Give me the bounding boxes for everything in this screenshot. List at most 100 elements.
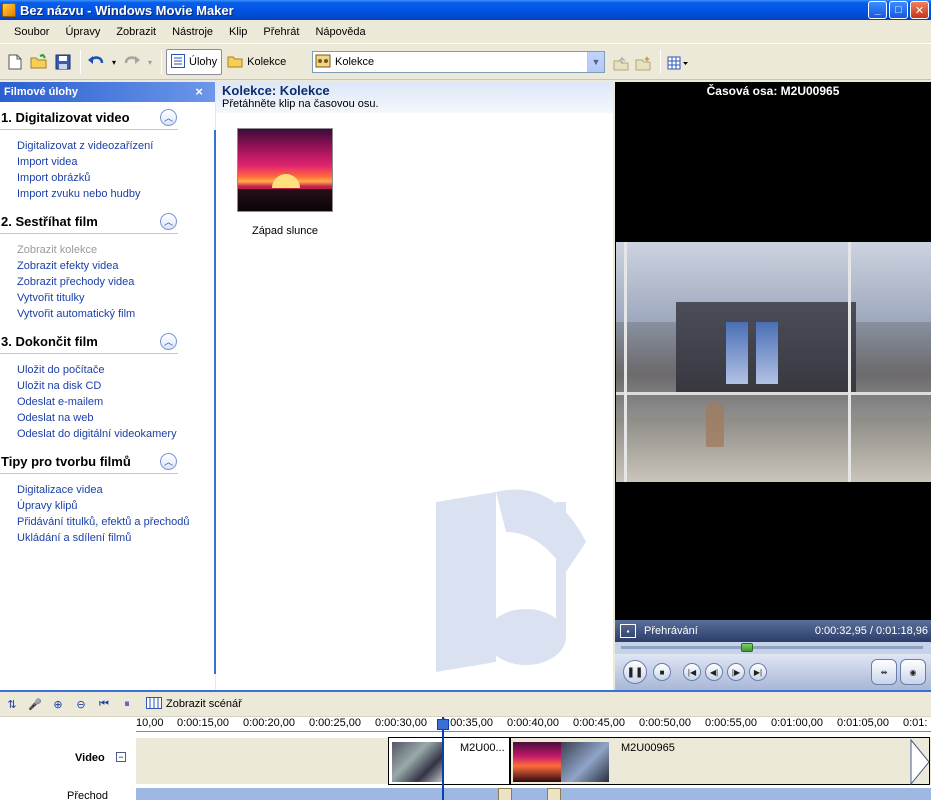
video-figure <box>706 402 724 447</box>
sunset-sun <box>272 174 300 188</box>
collapse-icon[interactable]: ︿ <box>160 452 177 470</box>
undo-dropdown-icon[interactable]: ▾ <box>109 51 119 73</box>
task-section-header[interactable]: 3. Dokončit film ︿ <box>0 329 178 354</box>
collections-toggle-label: Kolekce <box>247 56 287 68</box>
save-project-icon[interactable] <box>52 51 74 73</box>
collapse-icon[interactable]: ︿ <box>160 212 177 230</box>
stop-icon[interactable]: ■ <box>653 663 671 681</box>
task-link-send-camera[interactable]: Odeslat do digitální videokamery <box>17 426 215 442</box>
close-icon[interactable]: × <box>195 84 203 99</box>
task-link-view-transitions[interactable]: Zobrazit přechody videa <box>17 274 215 290</box>
timeline-clip[interactable]: M2U00... <box>388 737 510 785</box>
preview-status-bar: ▪ Přehrávání 0:00:32,95 / 0:01:18,96 <box>615 620 931 642</box>
collection-header: Kolekce: Kolekce Přetáhněte klip na časo… <box>216 82 613 113</box>
take-picture-icon[interactable]: ◉ <box>900 659 926 685</box>
task-section-header[interactable]: Tipy pro tvorbu filmů ︿ <box>0 449 178 474</box>
minimize-button[interactable]: _ <box>868 1 887 19</box>
chevron-down-icon[interactable]: ▼ <box>587 52 604 72</box>
task-link-save-cd[interactable]: Uložit na disk CD <box>17 378 215 394</box>
clip-thumbnail <box>513 742 561 782</box>
open-project-icon[interactable] <box>28 51 50 73</box>
task-link-make-titles[interactable]: Vytvořit titulky <box>17 290 215 306</box>
menu-bar: Soubor Úpravy Zobrazit Nástroje Klip Pře… <box>0 20 931 44</box>
timeline-end-arrow-icon <box>910 738 930 786</box>
task-section-finish: 3. Dokončit film ︿ Uložit do počítače Ul… <box>0 329 215 446</box>
task-link-import-pictures[interactable]: Import obrázků <box>17 170 215 186</box>
tip-link-edit-clips[interactable]: Úpravy klipů <box>17 498 215 514</box>
menu-zobrazit[interactable]: Zobrazit <box>108 24 164 40</box>
collapse-track-icon[interactable]: − <box>116 752 126 762</box>
collection-select[interactable]: Kolekce ▼ <box>312 51 605 73</box>
rewind-timeline-icon[interactable]: ⏮ <box>94 694 114 714</box>
sunset-land <box>238 189 332 211</box>
narrate-icon[interactable]: 🎤 <box>25 694 45 714</box>
close-button[interactable]: ✕ <box>910 1 929 19</box>
task-link-save-computer[interactable]: Uložit do počítače <box>17 362 215 378</box>
set-audio-levels-icon[interactable]: ⇅ <box>2 694 22 714</box>
maximize-button[interactable]: □ <box>889 1 908 19</box>
task-section-title: 1. Digitalizovat video <box>1 109 130 125</box>
collapse-icon[interactable]: ︿ <box>160 332 177 350</box>
menu-soubor[interactable]: Soubor <box>6 24 57 40</box>
menu-klip[interactable]: Klip <box>221 24 255 40</box>
zoom-in-icon[interactable]: ⊕ <box>48 694 68 714</box>
tip-link-save-share[interactable]: Ukládání a sdílení filmů <box>17 530 215 546</box>
video-window-frame <box>624 242 627 482</box>
redo-icon[interactable] <box>121 51 143 73</box>
next-frame-icon[interactable]: ▶| <box>749 663 767 681</box>
task-section-header[interactable]: 2. Sestříhat film ︿ <box>0 209 178 234</box>
movie-maker-app-icon[interactable] <box>2 3 16 17</box>
tasks-toggle-button[interactable]: Úlohy <box>166 49 223 75</box>
tasks-pane-header: Filmové úlohy × <box>0 82 215 102</box>
tip-link-capture[interactable]: Digitalizace videa <box>17 482 215 498</box>
clip-thumbnail[interactable] <box>237 128 333 212</box>
show-storyboard-button[interactable]: Zobrazit scénář <box>146 696 242 713</box>
transition-marker[interactable] <box>498 788 512 800</box>
tip-link-titles-effects[interactable]: Přidávání titulků, efektů a přechodů <box>17 514 215 530</box>
seek-thumb[interactable] <box>740 643 753 652</box>
pause-icon[interactable]: ❚❚ <box>623 660 647 684</box>
timeline-clip[interactable]: M2U00965 <box>510 737 930 785</box>
views-icon[interactable] <box>664 52 692 74</box>
fullscreen-icon[interactable]: ▪ <box>620 624 636 638</box>
new-project-icon[interactable] <box>4 51 26 73</box>
task-link-capture-device[interactable]: Digitalizovat z videozařízení <box>17 138 215 154</box>
tasks-toggle-label: Úlohy <box>189 56 218 68</box>
task-link-send-web[interactable]: Odeslat na web <box>17 410 215 426</box>
task-link-import-audio[interactable]: Import zvuku nebo hudby <box>17 186 215 202</box>
ruler-tick-label: 0:00:55,00 <box>705 717 757 729</box>
collapse-icon[interactable]: ︿ <box>160 108 177 126</box>
zoom-out-icon[interactable]: ⊖ <box>71 694 91 714</box>
undo-icon[interactable] <box>85 51 107 73</box>
transition-marker[interactable] <box>547 788 561 800</box>
play-timeline-icon[interactable]: ⏸ <box>117 694 137 714</box>
menu-nastroje[interactable]: Nástroje <box>164 24 221 40</box>
menu-napoveda[interactable]: Nápověda <box>307 24 373 40</box>
split-clip-icon[interactable]: ⇹ <box>871 659 897 685</box>
transition-track[interactable] <box>136 788 931 800</box>
up-level-icon[interactable] <box>610 52 632 74</box>
storyboard-label: Zobrazit scénář <box>166 698 242 710</box>
timeline-ruler[interactable]: 10,00 0:00:15,00 0:00:20,00 0:00:25,00 0… <box>136 717 931 732</box>
task-link-import-video[interactable]: Import videa <box>17 154 215 170</box>
task-link-send-email[interactable]: Odeslat e-mailem <box>17 394 215 410</box>
transition-track-label: Přechod <box>67 790 108 800</box>
seek-bar[interactable] <box>615 642 931 654</box>
menu-prehrat[interactable]: Přehrát <box>255 24 307 40</box>
task-link-automovie[interactable]: Vytvořit automatický film <box>17 306 215 322</box>
playhead-handle[interactable] <box>437 719 449 730</box>
task-link-view-effects[interactable]: Zobrazit efekty videa <box>17 258 215 274</box>
redo-dropdown-icon[interactable]: ▾ <box>145 51 155 73</box>
tasks-pane-title: Filmové úlohy <box>4 86 78 98</box>
movie-tasks-pane: Filmové úlohy × 1. Digitalizovat video ︿… <box>0 82 215 690</box>
menu-upravy[interactable]: Úpravy <box>57 24 108 40</box>
previous-frame-icon[interactable]: |◀ <box>683 663 701 681</box>
collection-pane: Kolekce: Kolekce Přetáhněte klip na časo… <box>216 82 613 690</box>
forward-icon[interactable]: |▶ <box>727 663 745 681</box>
tasks-list-icon <box>171 53 185 71</box>
task-section-header[interactable]: 1. Digitalizovat video ︿ <box>0 105 178 130</box>
collections-toggle-button[interactable]: Kolekce <box>222 49 291 75</box>
rewind-icon[interactable]: ◀| <box>705 663 723 681</box>
video-rail <box>616 392 931 395</box>
new-collection-icon[interactable] <box>632 52 654 74</box>
